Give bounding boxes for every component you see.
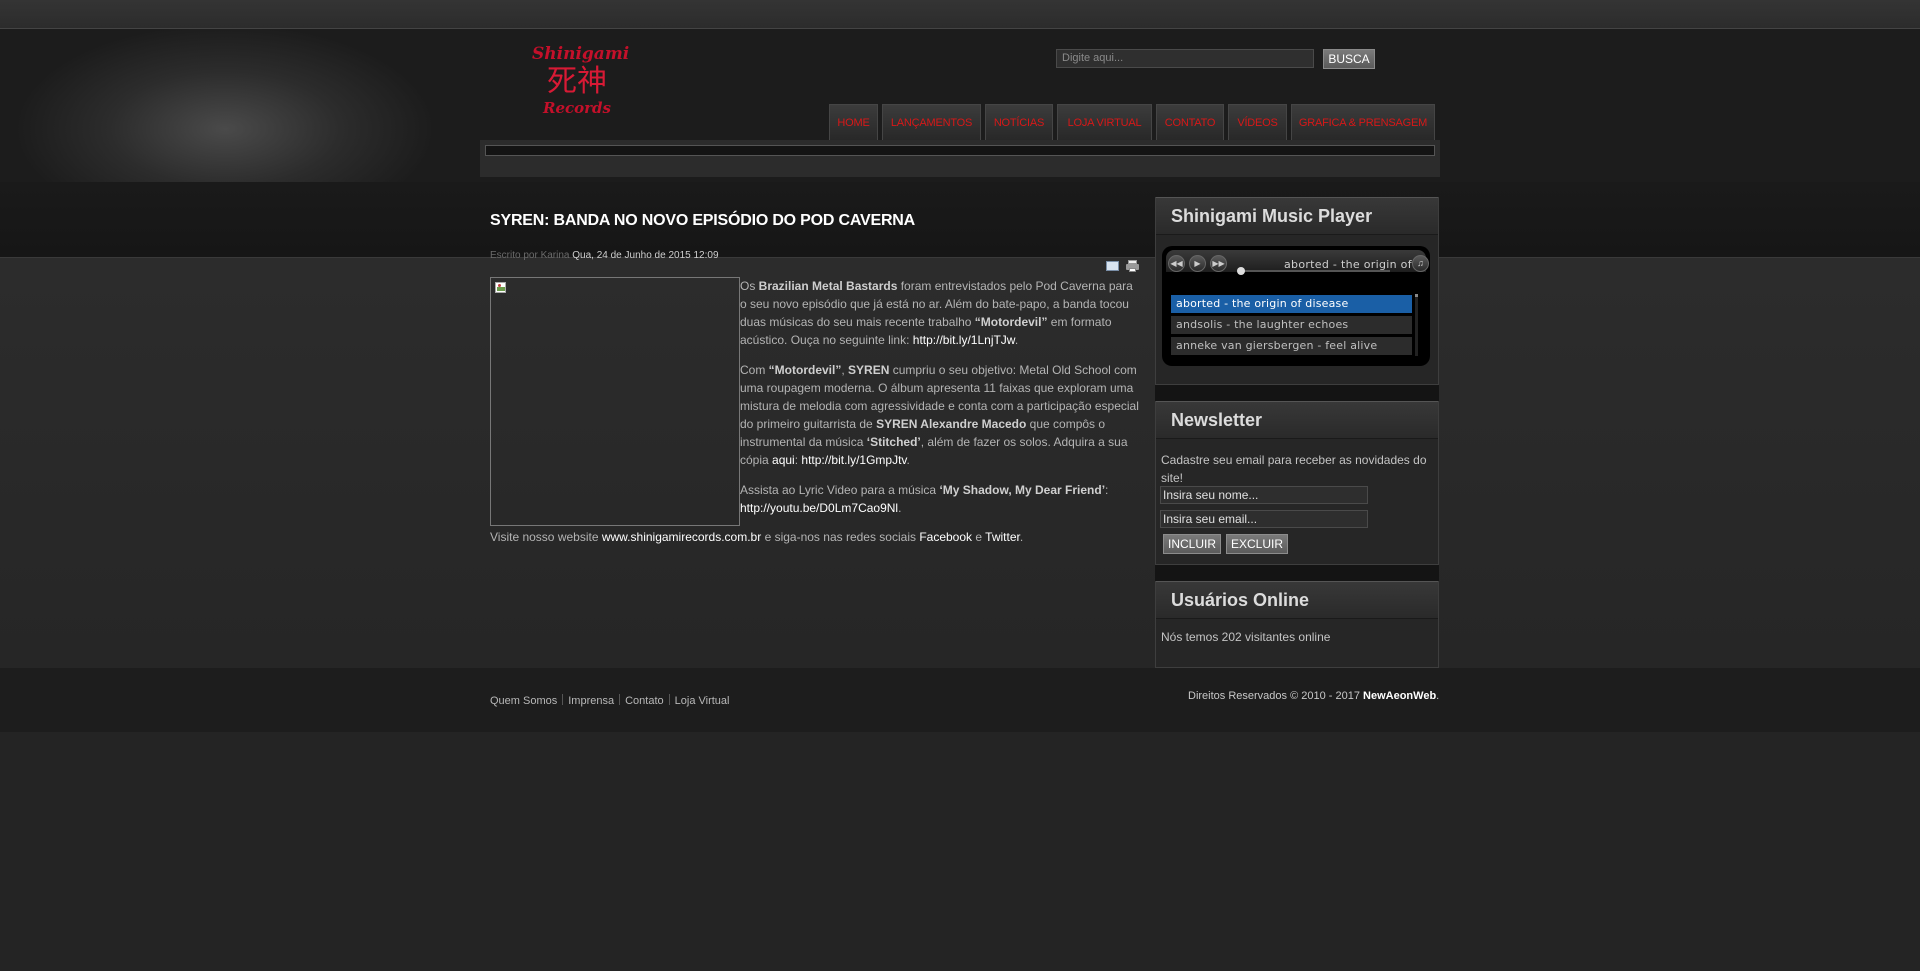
seek-handle[interactable] [1237,267,1245,275]
online-users-module: Usuários Online [1155,581,1439,668]
newsletter-title: Newsletter [1156,401,1438,439]
facebook-link[interactable]: Facebook [919,530,972,544]
nav-loja-virtual[interactable]: LOJA VIRTUAL [1057,104,1152,140]
player-controls: ◀◀ ▶ ▶▶ aborted - the origin of ♫ [1166,250,1429,275]
footer-link-quem-somos[interactable]: Quem Somos [490,695,557,707]
footer-separator [562,694,564,705]
pod-caverna-link[interactable]: http://bit.ly/1LnjTJw [913,333,1015,347]
article-paragraph-2: Com “Motordevil”, SYREN cumpriu o seu ob… [740,363,1139,467]
footer-separator [668,694,670,705]
play-icon[interactable]: ▶ [1189,255,1206,272]
module-gap [1155,565,1439,581]
email-icon[interactable] [1106,261,1119,271]
music-player-title: Shinigami Music Player [1156,197,1438,235]
article-meta: Escrito por Karina Qua, 24 de Junho de 2… [490,250,719,261]
logo-line-3: Records [543,99,611,117]
footer-link-imprensa[interactable]: Imprensa [568,695,614,707]
module-gap [1155,385,1439,401]
playlist-track[interactable]: aborted - the origin of disease [1171,295,1412,313]
online-users-count: Nós temos 202 visitantes online [1161,630,1331,644]
article-image [490,277,740,526]
nav-home[interactable]: HOME [829,104,878,140]
next-icon[interactable]: ▶▶ [1210,255,1227,272]
subnav-inner [485,145,1435,156]
playlist-scrollbar[interactable] [1415,294,1418,356]
logo-kanji: 死神 [547,64,607,99]
website-link[interactable]: www.shinigamirecords.com.br [602,530,761,544]
nav-videos[interactable]: VÍDEOS [1228,104,1287,140]
footer-separator [619,694,621,705]
footer-band [0,668,1920,732]
nav-contato[interactable]: CONTATO [1156,104,1224,140]
nav-noticias[interactable]: NOTÍCIAS [985,104,1053,140]
newsletter-email-field[interactable]: Insira seu email... [1160,510,1368,528]
newsletter-name-field[interactable]: Insira seu nome... [1160,486,1368,504]
buy-url-link[interactable]: http://bit.ly/1GmpJtv [801,453,906,467]
print-icon[interactable] [1126,260,1139,272]
article-paragraph-1: Os Brazilian Metal Bastards foram entrev… [740,279,1133,347]
nav-grafica-prensagem[interactable]: GRAFICA & PRENSAGEM [1291,104,1435,140]
article-author: Escrito por Karina [490,250,570,261]
music-player: ◀◀ ▶ ▶▶ aborted - the origin of ♫ aborte… [1162,246,1430,366]
footer-link-contato[interactable]: Contato [625,695,664,707]
nav-lancamentos[interactable]: LANÇAMENTOS [882,104,981,140]
newsletter-description: Cadastre seu email para receber as novid… [1161,453,1427,485]
logo-line-1: Shinigami [532,44,630,64]
twitter-link[interactable]: Twitter [985,530,1020,544]
article-title[interactable]: SYREN: BANDA NO NOVO EPISÓDIO DO POD CAV… [490,212,915,230]
top-strip [0,0,1920,29]
seek-bar[interactable] [1240,270,1390,272]
subscribe-button[interactable]: INCLUIR [1163,534,1221,554]
online-users-title: Usuários Online [1156,581,1438,619]
youtube-link[interactable]: http://youtu.be/D0Lm7Cao9Nl [740,501,898,515]
playlist-track[interactable]: andsolis - the laughter echoes [1171,316,1412,334]
buy-here-link[interactable]: aqui [772,453,795,467]
site-logo[interactable]: Shinigami 死神 Records [532,44,630,124]
header-glow [0,29,460,182]
footer-link-loja-virtual[interactable]: Loja Virtual [675,695,730,707]
article-visit-line: Visite nosso website www.shinigamirecord… [490,530,1024,544]
article-paragraph-3: Assista ao Lyric Video para a música ‘My… [740,483,1109,515]
footer-links: Quem Somos Imprensa Contato Loja Virtual [490,694,729,707]
newaeonweb-link[interactable]: NewAeonWeb [1363,690,1436,702]
search-input[interactable]: Digite aqui... [1056,49,1314,68]
volume-icon[interactable]: ♫ [1412,255,1429,272]
playlist-track[interactable]: anneke van giersbergen - feel alive [1171,337,1412,355]
search-button[interactable]: BUSCA [1323,49,1375,69]
broken-image-icon [495,282,508,295]
article-date: Qua, 24 de Junho de 2015 12:09 [572,250,719,261]
previous-icon[interactable]: ◀◀ [1168,255,1185,272]
title-band [0,182,1920,258]
unsubscribe-button[interactable]: EXCLUIR [1226,534,1288,554]
footer-copyright: Direitos Reservados © 2010 - 2017 NewAeo… [1188,690,1440,702]
